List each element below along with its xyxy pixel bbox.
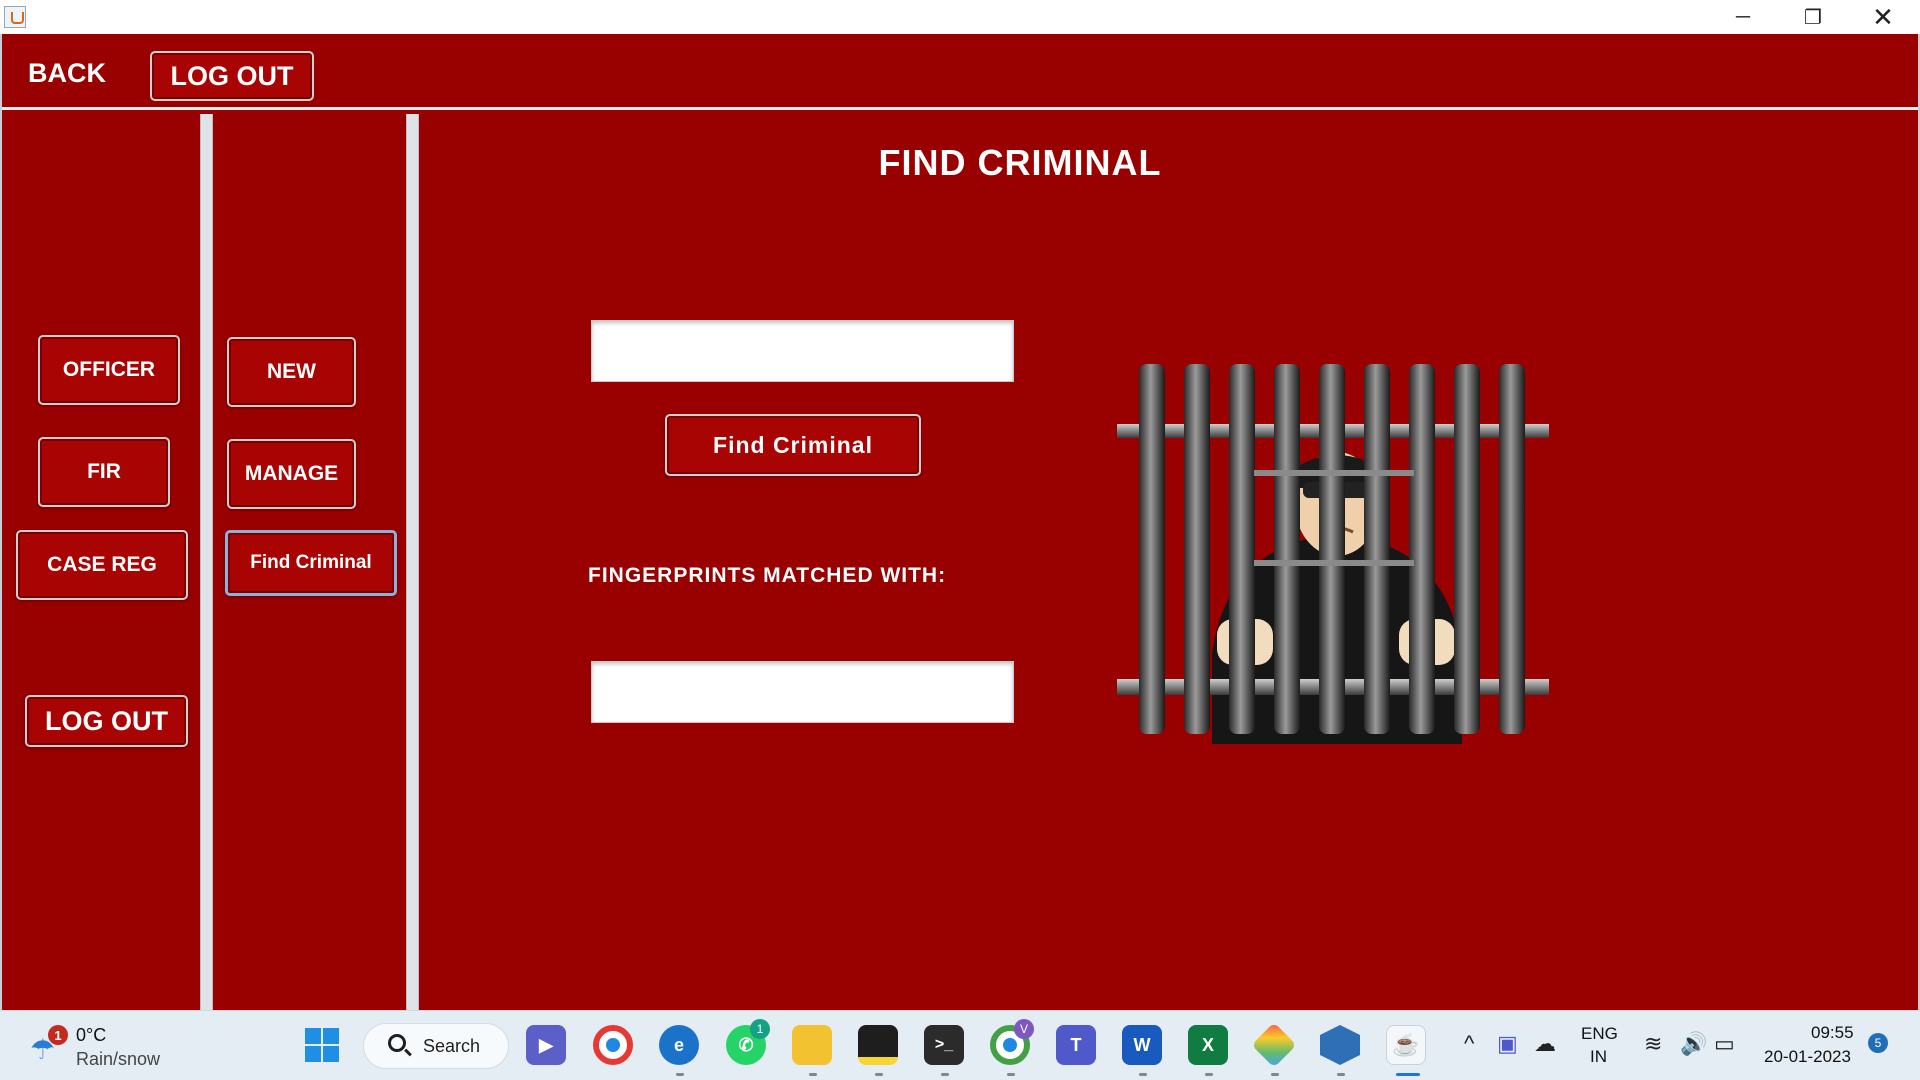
taskbar-running-indicator [1007, 1073, 1015, 1076]
app-window: BACK LOG OUT OFFICER FIR CASE REG LOG OU… [0, 34, 1920, 1010]
middle-splitter[interactable] [406, 114, 419, 1010]
fingerprint-input[interactable] [591, 320, 1014, 382]
battery-icon[interactable]: ▭ [1714, 1031, 1735, 1057]
chrome-icon[interactable] [593, 1025, 633, 1065]
chevron-up-icon[interactable]: ^ [1464, 1031, 1474, 1057]
top-bar: BACK LOG OUT [2, 34, 1918, 110]
taskbar: ☂ 1 0°C Rain/snow Search ▶ e ✆ 1 >_ V T … [0, 1010, 1920, 1080]
officer-button[interactable]: OFFICER [38, 335, 180, 405]
matched-label: FINGERPRINTS MATCHED WITH: [588, 564, 947, 587]
teams-tray-icon[interactable]: ▣ [1497, 1031, 1518, 1057]
taskbar-running-indicator [941, 1073, 949, 1076]
new-button[interactable]: NEW [227, 337, 356, 407]
case-reg-button[interactable]: CASE REG [16, 530, 188, 600]
chrome-profile-badge: V [1014, 1019, 1034, 1039]
speaker-icon[interactable]: 🔊 [1680, 1031, 1707, 1057]
zoom-icon[interactable]: ▶ [526, 1025, 566, 1065]
excel-icon[interactable]: X [1188, 1025, 1228, 1065]
taskbar-running-indicator [1139, 1073, 1147, 1076]
word-icon[interactable]: W [1122, 1025, 1162, 1065]
taskbar-search[interactable]: Search [363, 1023, 509, 1069]
maximize-button[interactable]: ❐ [1780, 0, 1846, 34]
jail-criminal-image [1117, 364, 1549, 744]
logout-top-button[interactable]: LOG OUT [150, 51, 314, 101]
language-top[interactable]: ENG [1581, 1024, 1618, 1044]
search-label: Search [423, 1036, 481, 1056]
gitkraken-icon[interactable] [1251, 1022, 1297, 1068]
cloud-icon[interactable]: ☁ [1534, 1031, 1556, 1057]
windows-start-icon[interactable] [302, 1025, 342, 1065]
java-icon[interactable]: ☕ [1386, 1025, 1426, 1065]
close-button[interactable]: ✕ [1850, 0, 1916, 34]
java-app-icon [4, 6, 26, 28]
teams-icon[interactable]: T [1056, 1025, 1096, 1065]
page-title: FIND CRIMINAL [878, 142, 1162, 183]
taskbar-running-indicator [809, 1073, 817, 1076]
fir-button[interactable]: FIR [38, 437, 170, 507]
file-explorer-icon[interactable] [792, 1025, 832, 1065]
logout-side-button[interactable]: LOG OUT [25, 695, 188, 747]
weather-temp: 0°C [76, 1025, 107, 1045]
clock-time[interactable]: 09:55 [1811, 1023, 1854, 1043]
taskbar-active-indicator [1396, 1073, 1420, 1076]
taskbar-running-indicator [1271, 1073, 1279, 1076]
left-splitter[interactable] [200, 114, 213, 1010]
minimize-button[interactable]: ─ [1710, 0, 1776, 34]
find-criminal-button[interactable]: Find Criminal [665, 414, 921, 476]
title-bar: ─ ❐ ✕ [0, 0, 1920, 34]
notification-badge[interactable]: 5 [1868, 1033, 1888, 1053]
taskbar-running-indicator [1205, 1073, 1213, 1076]
taskbar-running-indicator [875, 1073, 883, 1076]
taskbar-running-indicator [1337, 1073, 1345, 1076]
whatsapp-badge: 1 [750, 1019, 770, 1039]
weather-desc: Rain/snow [76, 1049, 161, 1069]
search-icon [388, 1034, 406, 1052]
wifi-icon[interactable]: ≋ [1644, 1031, 1662, 1057]
language-bottom[interactable]: IN [1590, 1047, 1607, 1067]
terminal-icon[interactable]: >_ [924, 1025, 964, 1065]
taskbar-running-indicator [676, 1073, 684, 1076]
back-button[interactable]: BACK [28, 58, 106, 89]
find-criminal-menu-button[interactable]: Find Criminal [225, 530, 397, 596]
sticky-notes-icon[interactable] [858, 1025, 898, 1065]
edge-icon[interactable]: e [659, 1025, 699, 1065]
weather-badge: 1 [48, 1025, 68, 1045]
match-result-field[interactable] [591, 661, 1014, 723]
virtualbox-icon[interactable] [1320, 1025, 1360, 1065]
manage-button[interactable]: MANAGE [227, 439, 356, 509]
weather-widget[interactable]: ☂ 1 0°C Rain/snow [26, 1019, 226, 1073]
clock-date[interactable]: 20-01-2023 [1764, 1047, 1851, 1067]
